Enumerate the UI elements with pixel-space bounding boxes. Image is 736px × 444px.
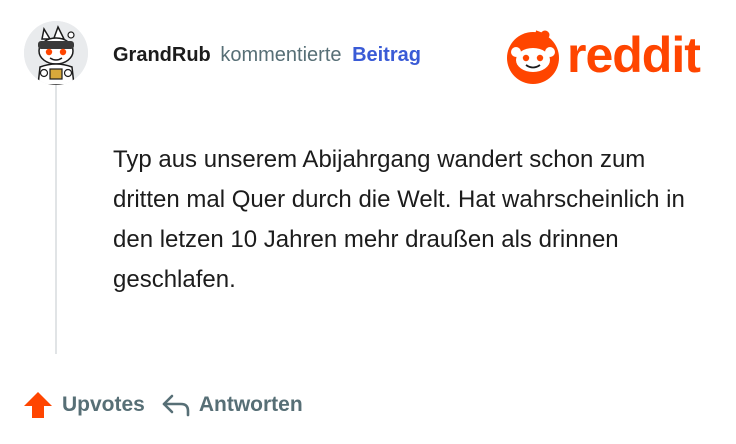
reply-button[interactable]: Antworten bbox=[161, 392, 303, 418]
action-text: kommentierte bbox=[220, 44, 342, 66]
username-link[interactable]: GrandRub bbox=[113, 44, 211, 66]
user-avatar[interactable] bbox=[24, 21, 88, 85]
comment-body: Typ aus unserem Abijahrgang wandert scho… bbox=[113, 146, 685, 293]
snoo-icon bbox=[507, 30, 559, 84]
snoo-avatar-icon bbox=[24, 21, 88, 85]
reddit-wordmark: reddit bbox=[567, 27, 701, 83]
comment-header: GrandRub kommentierte Beitrag bbox=[113, 42, 421, 68]
upvote-arrow-icon bbox=[24, 392, 52, 418]
comment-actions: Upvotes Antworten bbox=[22, 389, 303, 421]
reply-arrow-icon bbox=[162, 394, 190, 417]
post-link[interactable]: Beitrag bbox=[352, 44, 421, 66]
reddit-logo[interactable]: reddit bbox=[503, 24, 717, 86]
reply-label: Antworten bbox=[198, 393, 303, 416]
upvote-button[interactable]: Upvotes bbox=[22, 389, 145, 421]
upvote-label: Upvotes bbox=[62, 393, 145, 416]
thread-line bbox=[55, 82, 57, 354]
